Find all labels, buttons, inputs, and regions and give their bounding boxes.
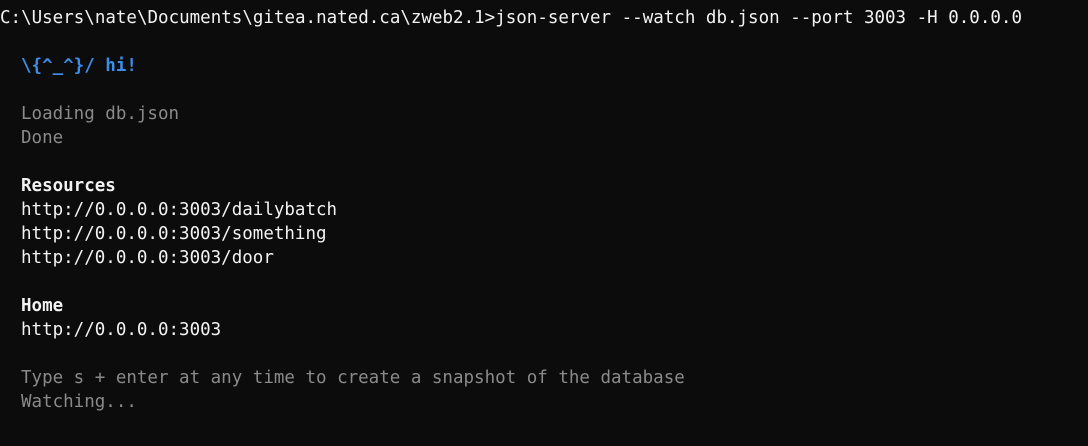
- command-text: json-server --watch db.json --port 3003 …: [495, 8, 1022, 28]
- done-text: Done: [21, 128, 64, 148]
- resource-url[interactable]: http://0.0.0.0:3003/door: [0, 246, 1088, 270]
- loading-text: Loading db.json: [21, 104, 180, 124]
- resources-heading: Resources: [21, 176, 116, 196]
- watching-status: Watching...: [21, 392, 137, 412]
- home-url[interactable]: http://0.0.0.0:3003: [0, 318, 1088, 342]
- greeting-text: \{^_^}/ hi!: [21, 56, 137, 76]
- terminal-window[interactable]: C:\Users\nate\Documents\gitea.nated.ca\z…: [0, 6, 1088, 446]
- snapshot-hint: Type s + enter at any time to create a s…: [21, 368, 685, 388]
- home-heading: Home: [21, 296, 64, 316]
- prompt-path: C:\Users\nate\Documents\gitea.nated.ca\z…: [0, 8, 496, 28]
- resource-url[interactable]: http://0.0.0.0:3003/something: [0, 222, 1088, 246]
- command-line: C:\Users\nate\Documents\gitea.nated.ca\z…: [0, 6, 1088, 30]
- resource-url[interactable]: http://0.0.0.0:3003/dailybatch: [0, 198, 1088, 222]
